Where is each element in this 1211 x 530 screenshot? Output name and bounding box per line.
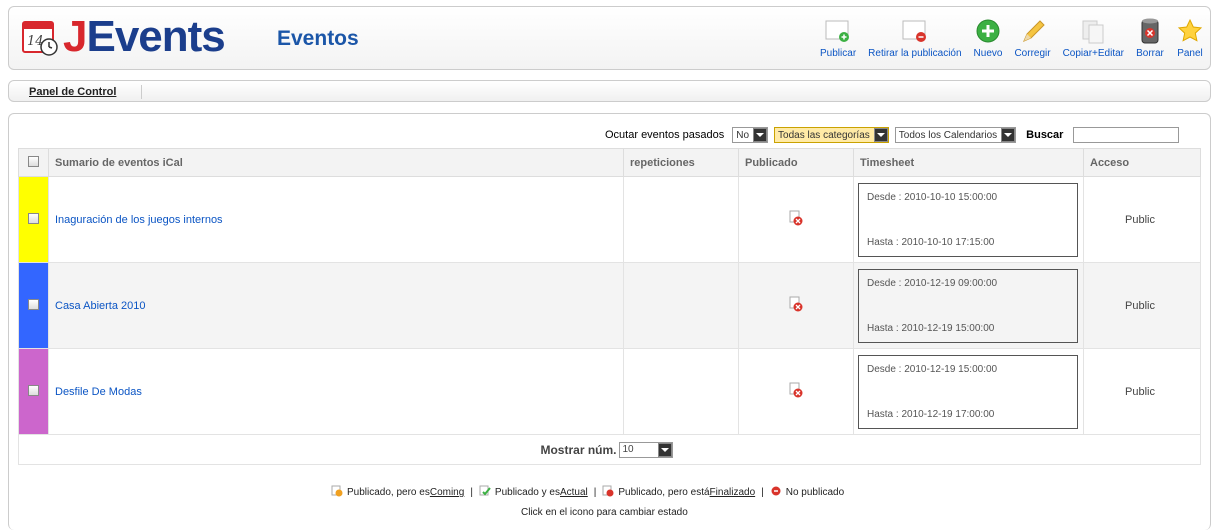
end-time: Hasta : 2010-12-19 17:00:00 [867, 408, 995, 420]
header: 14 JEvents Eventos Publicar Retirar la p… [8, 6, 1211, 70]
table-header-row: Sumario de eventos iCal repeticiones Pub… [18, 148, 1201, 177]
col-access[interactable]: Acceso [1083, 148, 1201, 177]
new-icon [974, 17, 1002, 45]
chevron-down-icon [753, 128, 768, 142]
col-summary[interactable]: Sumario de eventos iCal [48, 148, 624, 177]
row-checkbox[interactable] [28, 212, 39, 224]
chevron-down-icon [657, 442, 672, 457]
logo-wordmark: JEvents [63, 12, 226, 61]
timesheet-cell: Desde : 2010-12-19 09:00:00 Hasta : 2010… [853, 262, 1084, 349]
current-link[interactable]: Actual [560, 487, 588, 498]
publish-status-cell [738, 262, 854, 349]
unpublished-status-icon[interactable] [788, 382, 804, 401]
chevron-down-icon [1001, 128, 1016, 142]
new-button[interactable]: Nuevo [974, 17, 1002, 59]
select-all-header [18, 148, 49, 177]
publish-status-cell [738, 176, 854, 263]
col-timesheet: Timesheet [853, 148, 1084, 177]
start-time: Desde : 2010-10-10 15:00:00 [867, 191, 998, 203]
toolbar: Publicar Retirar la publicación Nuevo Co… [808, 17, 1204, 59]
event-title-link[interactable]: Desfile De Modas [48, 348, 624, 435]
timesheet-box: Desde : 2010-12-19 09:00:00 Hasta : 2010… [858, 268, 1078, 343]
start-time: Desde : 2010-12-19 15:00:00 [867, 363, 998, 375]
select-all-checkbox[interactable] [28, 155, 39, 167]
events-table: Sumario de eventos iCal repeticiones Pub… [18, 148, 1201, 465]
status-hint: Click en el icono para cambiar estado [521, 507, 688, 518]
publish-status-cell [738, 348, 854, 435]
delete-button[interactable]: Borrar [1136, 17, 1164, 59]
row-checkbox[interactable] [28, 298, 39, 310]
pagination-row: Mostrar núm. 10 [18, 434, 1201, 465]
copy-icon [1079, 17, 1107, 45]
published-current-icon [479, 485, 491, 500]
unpublish-icon [901, 17, 929, 45]
start-time: Desde : 2010-12-19 09:00:00 [867, 277, 998, 289]
coming-link[interactable]: Coming [430, 487, 464, 498]
status-legend: Publicado, pero es Coming | Publicado y … [331, 485, 844, 500]
search-input[interactable] [1073, 127, 1180, 143]
table-row: Inaguración de los juegos internos Desde… [18, 176, 1201, 263]
unpublished-status-icon[interactable] [788, 296, 804, 315]
table-row: Desfile De Modas Desde : 2010-12-19 15:0… [18, 348, 1201, 435]
table-row: Casa Abierta 2010 Desde : 2010-12-19 09:… [18, 262, 1201, 349]
finished-link[interactable]: Finalizado [710, 487, 756, 498]
calendar-select[interactable]: Todos los Calendarios [894, 127, 1017, 143]
edit-icon [1019, 17, 1047, 45]
unpublished-status-icon[interactable] [788, 210, 804, 229]
published-finished-icon [602, 485, 614, 500]
filter-bar: Ocutar eventos pasados No Todas las cate… [605, 127, 1180, 143]
hide-past-label: Ocutar eventos pasados [605, 129, 725, 141]
copy-edit-button[interactable]: Copiar+Editar [1063, 17, 1124, 59]
panel-button[interactable]: Panel [1176, 17, 1204, 59]
page-title: Eventos [277, 27, 359, 50]
end-time: Hasta : 2010-10-10 17:15:00 [867, 236, 995, 248]
col-published: Publicado [738, 148, 854, 177]
access-cell[interactable]: Public [1083, 176, 1201, 263]
unpublish-button[interactable]: Retirar la publicación [868, 17, 962, 59]
repeats-cell [623, 176, 739, 263]
submenu-divider [141, 85, 142, 99]
event-title-link[interactable]: Casa Abierta 2010 [48, 262, 624, 349]
jevents-logo: 14 JEvents [21, 12, 226, 61]
timesheet-cell: Desde : 2010-12-19 15:00:00 Hasta : 2010… [853, 348, 1084, 435]
search-label: Buscar [1026, 129, 1064, 141]
page-size-select[interactable]: 10 [618, 441, 673, 458]
trash-icon [1136, 17, 1164, 45]
category-color-cell [18, 262, 49, 349]
hide-past-select[interactable]: No [732, 127, 769, 143]
control-panel-link[interactable]: Panel de Control [29, 86, 116, 98]
category-color-cell [18, 176, 49, 263]
pagination-control: Mostrar núm. 10 [540, 441, 678, 458]
access-cell[interactable]: Public [1083, 262, 1201, 349]
row-checkbox[interactable] [28, 384, 39, 396]
category-select[interactable]: Todas las categorías [774, 127, 889, 143]
pagination-label: Mostrar núm. [540, 442, 617, 457]
publish-button[interactable]: Publicar [820, 17, 856, 59]
event-title-link[interactable]: Inaguración de los juegos internos [48, 176, 624, 263]
timesheet-cell: Desde : 2010-10-10 15:00:00 Hasta : 2010… [853, 176, 1084, 263]
repeats-cell [623, 262, 739, 349]
col-repeats: repeticiones [623, 148, 739, 177]
published-coming-icon [331, 485, 343, 500]
timesheet-box: Desde : 2010-12-19 15:00:00 Hasta : 2010… [858, 354, 1078, 429]
edit-button[interactable]: Corregir [1014, 17, 1051, 59]
end-time: Hasta : 2010-12-19 15:00:00 [867, 322, 995, 334]
publish-icon [824, 17, 852, 45]
timesheet-box: Desde : 2010-10-10 15:00:00 Hasta : 2010… [858, 182, 1078, 257]
unpublished-icon [770, 485, 782, 500]
calendar-clock-icon: 14 [21, 18, 59, 56]
chevron-down-icon [873, 128, 888, 142]
category-color-cell [18, 348, 49, 435]
repeats-cell [623, 348, 739, 435]
access-cell[interactable]: Public [1083, 348, 1201, 435]
star-icon [1176, 17, 1204, 45]
submenu-bar: Panel de Control [8, 80, 1211, 102]
